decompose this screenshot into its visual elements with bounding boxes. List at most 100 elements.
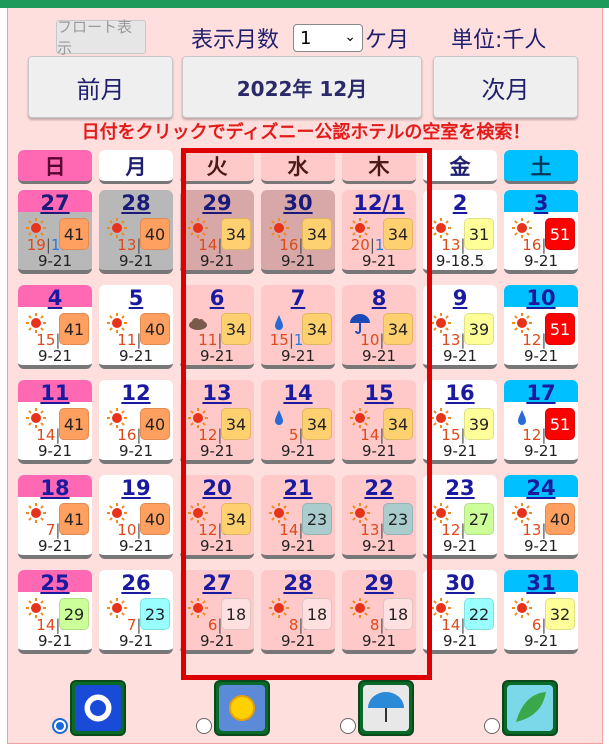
- months-select-value: 1: [300, 27, 312, 49]
- calendar-day-cell[interactable]: 316|6519-21: [504, 190, 578, 274]
- day-link[interactable]: 23: [423, 475, 497, 501]
- calendar-day-cell[interactable]: 145|4349-21: [261, 380, 335, 464]
- mode-radio[interactable]: [484, 718, 500, 734]
- calendar-day-cell[interactable]: 3016|4349-21: [261, 190, 335, 274]
- day-link[interactable]: 16: [423, 380, 497, 406]
- calendar-day-cell[interactable]: 316|0329-21: [504, 570, 578, 654]
- day-link[interactable]: 28: [99, 190, 173, 216]
- park-hours: 9-21: [118, 347, 154, 365]
- mode-radio[interactable]: [340, 718, 356, 734]
- day-link[interactable]: 12/1: [342, 190, 416, 216]
- day-link[interactable]: 3: [504, 190, 578, 216]
- calendar-day-cell[interactable]: 2914|4349-21: [180, 190, 254, 274]
- day-link[interactable]: 7: [261, 285, 335, 311]
- day-link[interactable]: 31: [504, 570, 578, 596]
- calendar-day-cell[interactable]: 2413|4409-21: [504, 475, 578, 559]
- crowd-index-badge: 34: [221, 218, 251, 250]
- crowd-index-badge: 41: [59, 503, 89, 535]
- crowd-index-badge: 32: [545, 598, 575, 630]
- day-link[interactable]: 27: [18, 190, 92, 216]
- day-link[interactable]: 20: [180, 475, 254, 501]
- float-display-button[interactable]: フロート表示: [56, 18, 146, 57]
- calendar-day-cell[interactable]: 3014|1229-21: [423, 570, 497, 654]
- park-hours: 9-21: [523, 537, 559, 555]
- day-link[interactable]: 8: [342, 285, 416, 311]
- calendar-day-cell[interactable]: 2114|4239-21: [261, 475, 335, 559]
- calendar-day-cell[interactable]: 1712|6519-21: [504, 380, 578, 464]
- calendar-day-cell[interactable]: 267|1239-21: [99, 570, 173, 654]
- day-link[interactable]: 6: [180, 285, 254, 311]
- calendar-day-cell[interactable]: 2312|5279-21: [423, 475, 497, 559]
- weekday-header: 水: [261, 150, 335, 184]
- crowd-index-badge: 40: [545, 503, 575, 535]
- crowd-index-badge: 40: [140, 408, 170, 440]
- calendar-day-cell[interactable]: 611|7349-21: [180, 285, 254, 369]
- prev-month-button[interactable]: 前月: [28, 56, 173, 118]
- calendar-day-cell[interactable]: 187|2419-21: [18, 475, 92, 559]
- day-link[interactable]: 19: [99, 475, 173, 501]
- day-link[interactable]: 15: [342, 380, 416, 406]
- day-link[interactable]: 14: [261, 380, 335, 406]
- umbrella-mode-icon[interactable]: [358, 680, 414, 736]
- calendar-day-cell[interactable]: 298|2189-21: [342, 570, 416, 654]
- crowd-index-badge: 18: [383, 598, 413, 630]
- day-link[interactable]: 25: [18, 570, 92, 596]
- sun-mode-icon[interactable]: [214, 680, 270, 736]
- park-hours: 9-21: [442, 442, 478, 460]
- day-link[interactable]: 28: [261, 570, 335, 596]
- calendar-day-cell[interactable]: 1910|1409-21: [99, 475, 173, 559]
- calendar-day-cell[interactable]: 2012|2349-21: [180, 475, 254, 559]
- day-link[interactable]: 9: [423, 285, 497, 311]
- calendar-day-cell[interactable]: 2813|6409-21: [99, 190, 173, 274]
- calendar-day-cell[interactable]: 913|7399-21: [423, 285, 497, 369]
- day-link[interactable]: 29: [180, 190, 254, 216]
- park-hours: 9-21: [118, 537, 154, 555]
- mode-radio[interactable]: [196, 718, 212, 734]
- day-link[interactable]: 29: [342, 570, 416, 596]
- day-link[interactable]: 17: [504, 380, 578, 406]
- calendar-day-cell[interactable]: 288|2189-21: [261, 570, 335, 654]
- calendar-day-cell[interactable]: 415|7419-21: [18, 285, 92, 369]
- crowd-index-badge: 23: [302, 503, 332, 535]
- calendar-day-cell[interactable]: 810|8349-21: [342, 285, 416, 369]
- calendar-day-cell[interactable]: 1312|6349-21: [180, 380, 254, 464]
- day-link[interactable]: 4: [18, 285, 92, 311]
- calendar-day-cell[interactable]: 1216|7409-21: [99, 380, 173, 464]
- day-link[interactable]: 27: [180, 570, 254, 596]
- sun-mode-icon-graphic: [219, 685, 265, 731]
- calendar-day-cell[interactable]: 213|8319-18.5: [423, 190, 497, 274]
- day-link[interactable]: 26: [99, 570, 173, 596]
- day-link[interactable]: 18: [18, 475, 92, 501]
- calendar-day-cell[interactable]: 12/120|11349-21: [342, 190, 416, 274]
- park-hours: 9-21: [37, 347, 73, 365]
- calendar-day-cell[interactable]: 511|6409-21: [99, 285, 173, 369]
- day-link[interactable]: 13: [180, 380, 254, 406]
- months-select[interactable]: 1 ⌄: [293, 24, 363, 52]
- calendar-day-cell[interactable]: 1615|4399-21: [423, 380, 497, 464]
- calendar-day-cell[interactable]: 715|10349-21: [261, 285, 335, 369]
- calendar-day-cell[interactable]: 276|0189-21: [180, 570, 254, 654]
- crowd-mode-icon[interactable]: [70, 680, 126, 736]
- day-link[interactable]: 24: [504, 475, 578, 501]
- day-link[interactable]: 5: [99, 285, 173, 311]
- calendar-day-cell[interactable]: 2719|11419-21: [18, 190, 92, 274]
- calendar-day-cell[interactable]: 1012|5519-21: [504, 285, 578, 369]
- day-link[interactable]: 12: [99, 380, 173, 406]
- calendar-day-cell[interactable]: 2514|5299-21: [18, 570, 92, 654]
- calendar-day-cell[interactable]: 1514|3349-21: [342, 380, 416, 464]
- day-link[interactable]: 30: [261, 190, 335, 216]
- day-link[interactable]: 10: [504, 285, 578, 311]
- day-link[interactable]: 2: [423, 190, 497, 216]
- leaf-mode-icon[interactable]: [502, 680, 558, 736]
- day-link[interactable]: 21: [261, 475, 335, 501]
- calendar-day-cell[interactable]: 1114|5419-21: [18, 380, 92, 464]
- mode-radio[interactable]: [52, 718, 68, 734]
- day-link[interactable]: 22: [342, 475, 416, 501]
- park-hours: 9-21: [280, 252, 316, 270]
- current-month-button[interactable]: 2022年 12月: [182, 56, 422, 118]
- calendar-day-cell[interactable]: 2213|6239-21: [342, 475, 416, 559]
- park-hours: 9-21: [280, 632, 316, 650]
- day-link[interactable]: 30: [423, 570, 497, 596]
- day-link[interactable]: 11: [18, 380, 92, 406]
- next-month-button[interactable]: 次月: [433, 56, 578, 118]
